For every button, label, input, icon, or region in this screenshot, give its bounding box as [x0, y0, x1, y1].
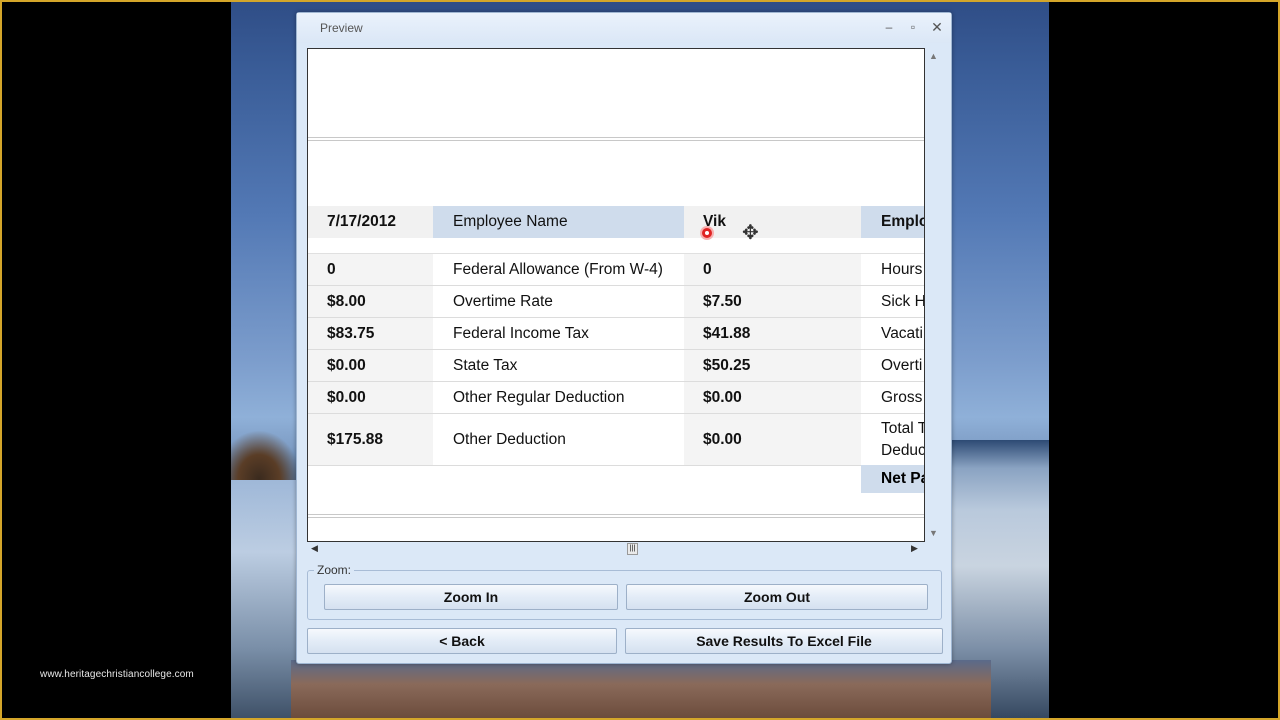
save-excel-button[interactable]: Save Results To Excel File: [625, 628, 943, 654]
zoom-in-button[interactable]: Zoom In: [324, 584, 618, 610]
table-cell: $0.00: [308, 382, 433, 413]
employee-header-right: Emplo: [861, 206, 924, 238]
beach-image: [291, 660, 991, 720]
table-cell: Total T Deduc: [861, 414, 925, 465]
table-cell: Overti: [861, 350, 924, 381]
scroll-up-icon[interactable]: ▲: [929, 51, 938, 61]
scroll-thumb[interactable]: |||: [627, 543, 638, 555]
report-date: 7/17/2012: [308, 206, 433, 238]
vertical-scrollbar[interactable]: ▲ ▼: [928, 48, 940, 542]
table-cell: $7.50: [684, 286, 861, 317]
table-cell: State Tax: [433, 350, 684, 381]
table-row: $8.00 Overtime Rate $7.50 Sick H: [308, 286, 924, 318]
table-cell: Gross: [861, 382, 924, 413]
table-row: 0 Federal Allowance (From W-4) 0 Hours: [308, 254, 924, 286]
zoom-out-button[interactable]: Zoom Out: [626, 584, 928, 610]
table-cell: 0: [308, 254, 433, 285]
zoom-group: Zoom: Zoom In Zoom Out: [307, 563, 942, 620]
maximize-button[interactable]: ▫: [905, 19, 921, 35]
title-bar[interactable]: Preview – ▫ ✕: [297, 13, 951, 43]
divider: [308, 514, 924, 515]
table-cell: Vacati: [861, 318, 924, 349]
back-button[interactable]: < Back: [307, 628, 617, 654]
divider: [308, 517, 924, 518]
divider: [308, 137, 924, 138]
table-cell: $0.00: [308, 350, 433, 381]
scroll-right-icon[interactable]: ▶: [911, 543, 918, 554]
watermark: www.heritagechristiancollege.com: [40, 669, 194, 680]
table-cell: Federal Allowance (From W-4): [433, 254, 684, 285]
horizontal-scrollbar[interactable]: ◀ ||| ▶: [307, 542, 925, 556]
table-row: $83.75 Federal Income Tax $41.88 Vacati: [308, 318, 924, 350]
table-cell: Hours: [861, 254, 924, 285]
net-pay-label: Net Pa: [861, 465, 924, 493]
divider: [308, 140, 924, 141]
table-cell-line: Deduc: [881, 441, 925, 459]
table-cell: $0.00: [684, 414, 861, 465]
close-button[interactable]: ✕: [929, 19, 945, 35]
table-row: $0.00 Other Regular Deduction $0.00 Gros…: [308, 382, 924, 414]
table-cell: $175.88: [308, 414, 433, 465]
report-preview[interactable]: 7/17/2012 Employee Name Vik Emplo 0 Fede…: [307, 48, 925, 542]
window-title: Preview: [320, 21, 363, 35]
table-cell: Other Deduction: [433, 414, 684, 465]
employee-name-label: Employee Name: [433, 206, 684, 238]
table-cell: $50.25: [684, 350, 861, 381]
table-cell: $83.75: [308, 318, 433, 349]
scroll-left-icon[interactable]: ◀: [311, 543, 318, 554]
table-cell: $8.00: [308, 286, 433, 317]
table-cell: Other Regular Deduction: [433, 382, 684, 413]
table-cell: Federal Income Tax: [433, 318, 684, 349]
table-row: $0.00 State Tax $50.25 Overti: [308, 350, 924, 382]
table-cell: 0: [684, 254, 861, 285]
table-cell: $0.00: [684, 382, 861, 413]
table-cell-line: Total T: [881, 419, 925, 437]
minimize-button[interactable]: –: [881, 19, 897, 35]
record-icon: [700, 226, 714, 240]
report-header-row: 7/17/2012 Employee Name Vik Emplo: [308, 206, 924, 238]
table-cell: $41.88: [684, 318, 861, 349]
table-cell: Sick H: [861, 286, 924, 317]
table-cell: Overtime Rate: [433, 286, 684, 317]
scroll-down-icon[interactable]: ▼: [929, 528, 938, 538]
table-row: $175.88 Other Deduction $0.00 Total T De…: [308, 414, 925, 466]
preview-window: Preview – ▫ ✕ 7/17/2012 Employee Name Vi…: [296, 12, 952, 664]
zoom-label: Zoom:: [314, 563, 355, 577]
move-cursor-icon: ✥: [742, 222, 759, 244]
